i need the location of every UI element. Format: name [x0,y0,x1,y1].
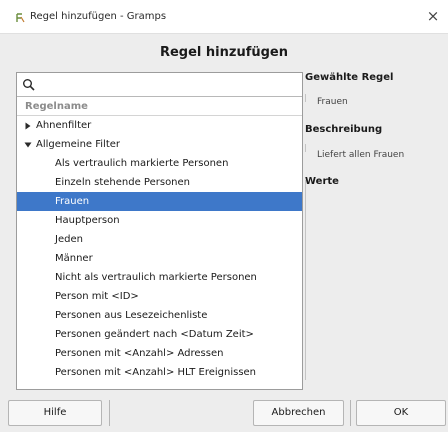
rule-item[interactable]: Jeden [17,230,302,249]
expander-collapsed-icon[interactable] [24,122,32,130]
values-heading: Werte [305,176,339,187]
cancel-button[interactable]: Abbrechen [253,400,344,426]
tree-group-label: Allgemeine Filter [36,139,121,150]
rule-item[interactable]: Personen mit <Anzahl> HLT Ereignissen [17,363,302,382]
rule-tree-panel: Regelname Ahnenfilter Allgemeine Filter … [16,72,303,390]
tree-group-allgemeine-filter[interactable]: Allgemeine Filter [17,135,302,154]
ok-button[interactable]: OK [356,400,446,426]
description-value: Liefert allen Frauen [317,150,405,160]
rule-item[interactable]: Nicht als vertraulich markierte Personen [17,268,302,287]
divider [305,180,306,380]
button-separator [350,400,351,426]
rule-item[interactable]: Personen mit <Anzahl> Adressen [17,344,302,363]
rule-item[interactable]: Personen geändert nach <Datum Zeit> [17,325,302,344]
rule-item-selected[interactable]: Frauen [17,192,302,211]
rule-item[interactable]: Männer [17,249,302,268]
window-titlebar: Regel hinzufügen - Gramps × [0,0,448,34]
divider [305,94,306,102]
search-input[interactable] [39,76,297,94]
rule-item[interactable]: Als vertraulich markierte Personen [17,154,302,173]
rule-item[interactable]: Hauptperson [17,211,302,230]
button-separator [109,400,110,426]
rule-item[interactable]: Personen aus Lesezeichenliste [17,306,302,325]
rule-details-panel: Gewählte Regel Frauen Beschreibung Liefe… [305,72,448,390]
divider [305,144,306,152]
description-heading: Beschreibung [305,124,383,135]
expander-expanded-icon[interactable] [24,141,32,149]
search-row [17,73,302,97]
rule-item[interactable]: Person mit <ID> [17,287,302,306]
gramps-app-icon [16,13,25,23]
tree-group-ahnenfilter[interactable]: Ahnenfilter [17,116,302,135]
dialog-heading: Regel hinzufügen [159,45,288,60]
close-icon[interactable]: × [424,7,442,25]
window-title: Regel hinzufügen - Gramps [30,11,167,22]
selected-rule-value: Frauen [317,97,348,107]
tree-group-label: Ahnenfilter [36,120,92,131]
search-icon [23,79,35,91]
help-button[interactable]: Hilfe [8,400,102,426]
vertical-scrollbar[interactable] [298,116,302,389]
column-header-rule-name[interactable]: Regelname [17,97,302,116]
selected-rule-heading: Gewählte Regel [305,72,394,83]
rule-item[interactable]: Einzeln stehende Personen [17,173,302,192]
